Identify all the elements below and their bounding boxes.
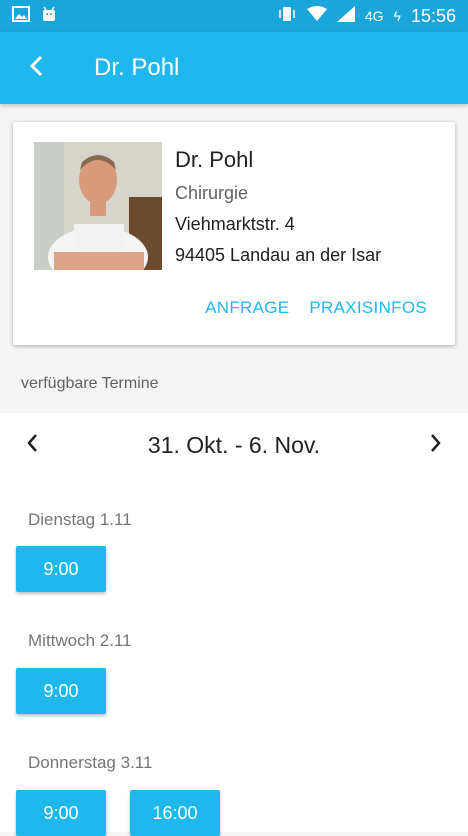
doctor-name: Dr. Pohl — [175, 147, 254, 172]
chevron-left-icon — [29, 55, 43, 82]
day-label-donnerstag: Donnerstag 3.11 — [28, 753, 153, 772]
slots-dienstag: 9:00 — [16, 546, 106, 592]
status-left — [12, 5, 58, 27]
anfrage-button[interactable]: ANFRAGE — [205, 298, 289, 318]
time-slot-button[interactable]: 9:00 — [16, 546, 106, 592]
day-label-dienstag: Dienstag 1.11 — [28, 510, 132, 529]
previous-week-button[interactable] — [0, 413, 64, 477]
vibrate-icon — [277, 6, 297, 27]
doctor-info: Dr. Pohl Chirurgie Viehmarktstr. 4 94405… — [175, 147, 381, 275]
time-slot-button[interactable]: 9:00 — [16, 668, 106, 714]
time-slot-button[interactable]: 9:00 — [16, 790, 106, 836]
back-button[interactable] — [0, 32, 72, 104]
doctor-street: Viehmarktstr. 4 — [175, 214, 295, 234]
status-bar: 4G ϟ 15:56 — [0, 0, 468, 32]
day-label-mittwoch: Mittwoch 2.11 — [28, 631, 132, 650]
praxisinfos-button[interactable]: PRAXISINFOS — [309, 298, 427, 318]
doctor-photo — [34, 142, 162, 270]
available-appointments-label: verfügbare Termine — [21, 375, 159, 392]
battery-charging-icon: ϟ — [393, 8, 401, 24]
page-title: Dr. Pohl — [94, 54, 180, 81]
android-notification-icon — [40, 6, 58, 27]
next-week-button[interactable] — [404, 413, 468, 477]
network-type-label: 4G — [364, 8, 384, 24]
image-notification-icon — [12, 5, 30, 27]
chevron-right-icon — [430, 433, 442, 458]
slots-mittwoch: 9:00 — [16, 668, 106, 714]
doctor-city: 94405 Landau an der Isar — [175, 245, 382, 265]
signal-icon — [336, 5, 355, 27]
doctor-specialty: Chirurgie — [175, 183, 249, 203]
appointment-list: Dienstag 1.11 9:00 Mittwoch 2.11 9:00 Do… — [0, 477, 468, 836]
week-navigator: 31. Okt. - 6. Nov. — [0, 413, 468, 477]
card-actions: ANFRAGE PRAXISINFOS — [205, 298, 427, 318]
status-right: 4G ϟ 15:56 — [277, 5, 456, 27]
app-bar: Dr. Pohl — [0, 32, 468, 104]
week-range-label: 31. Okt. - 6. Nov. — [147, 431, 321, 458]
status-time: 15:56 — [410, 5, 456, 26]
doctor-card: Dr. Pohl Chirurgie Viehmarktstr. 4 94405… — [13, 122, 455, 345]
chevron-left-icon — [26, 433, 38, 458]
slots-donnerstag: 9:00 16:00 — [16, 790, 220, 836]
wifi-icon — [306, 5, 327, 27]
time-slot-button[interactable]: 16:00 — [130, 790, 220, 836]
